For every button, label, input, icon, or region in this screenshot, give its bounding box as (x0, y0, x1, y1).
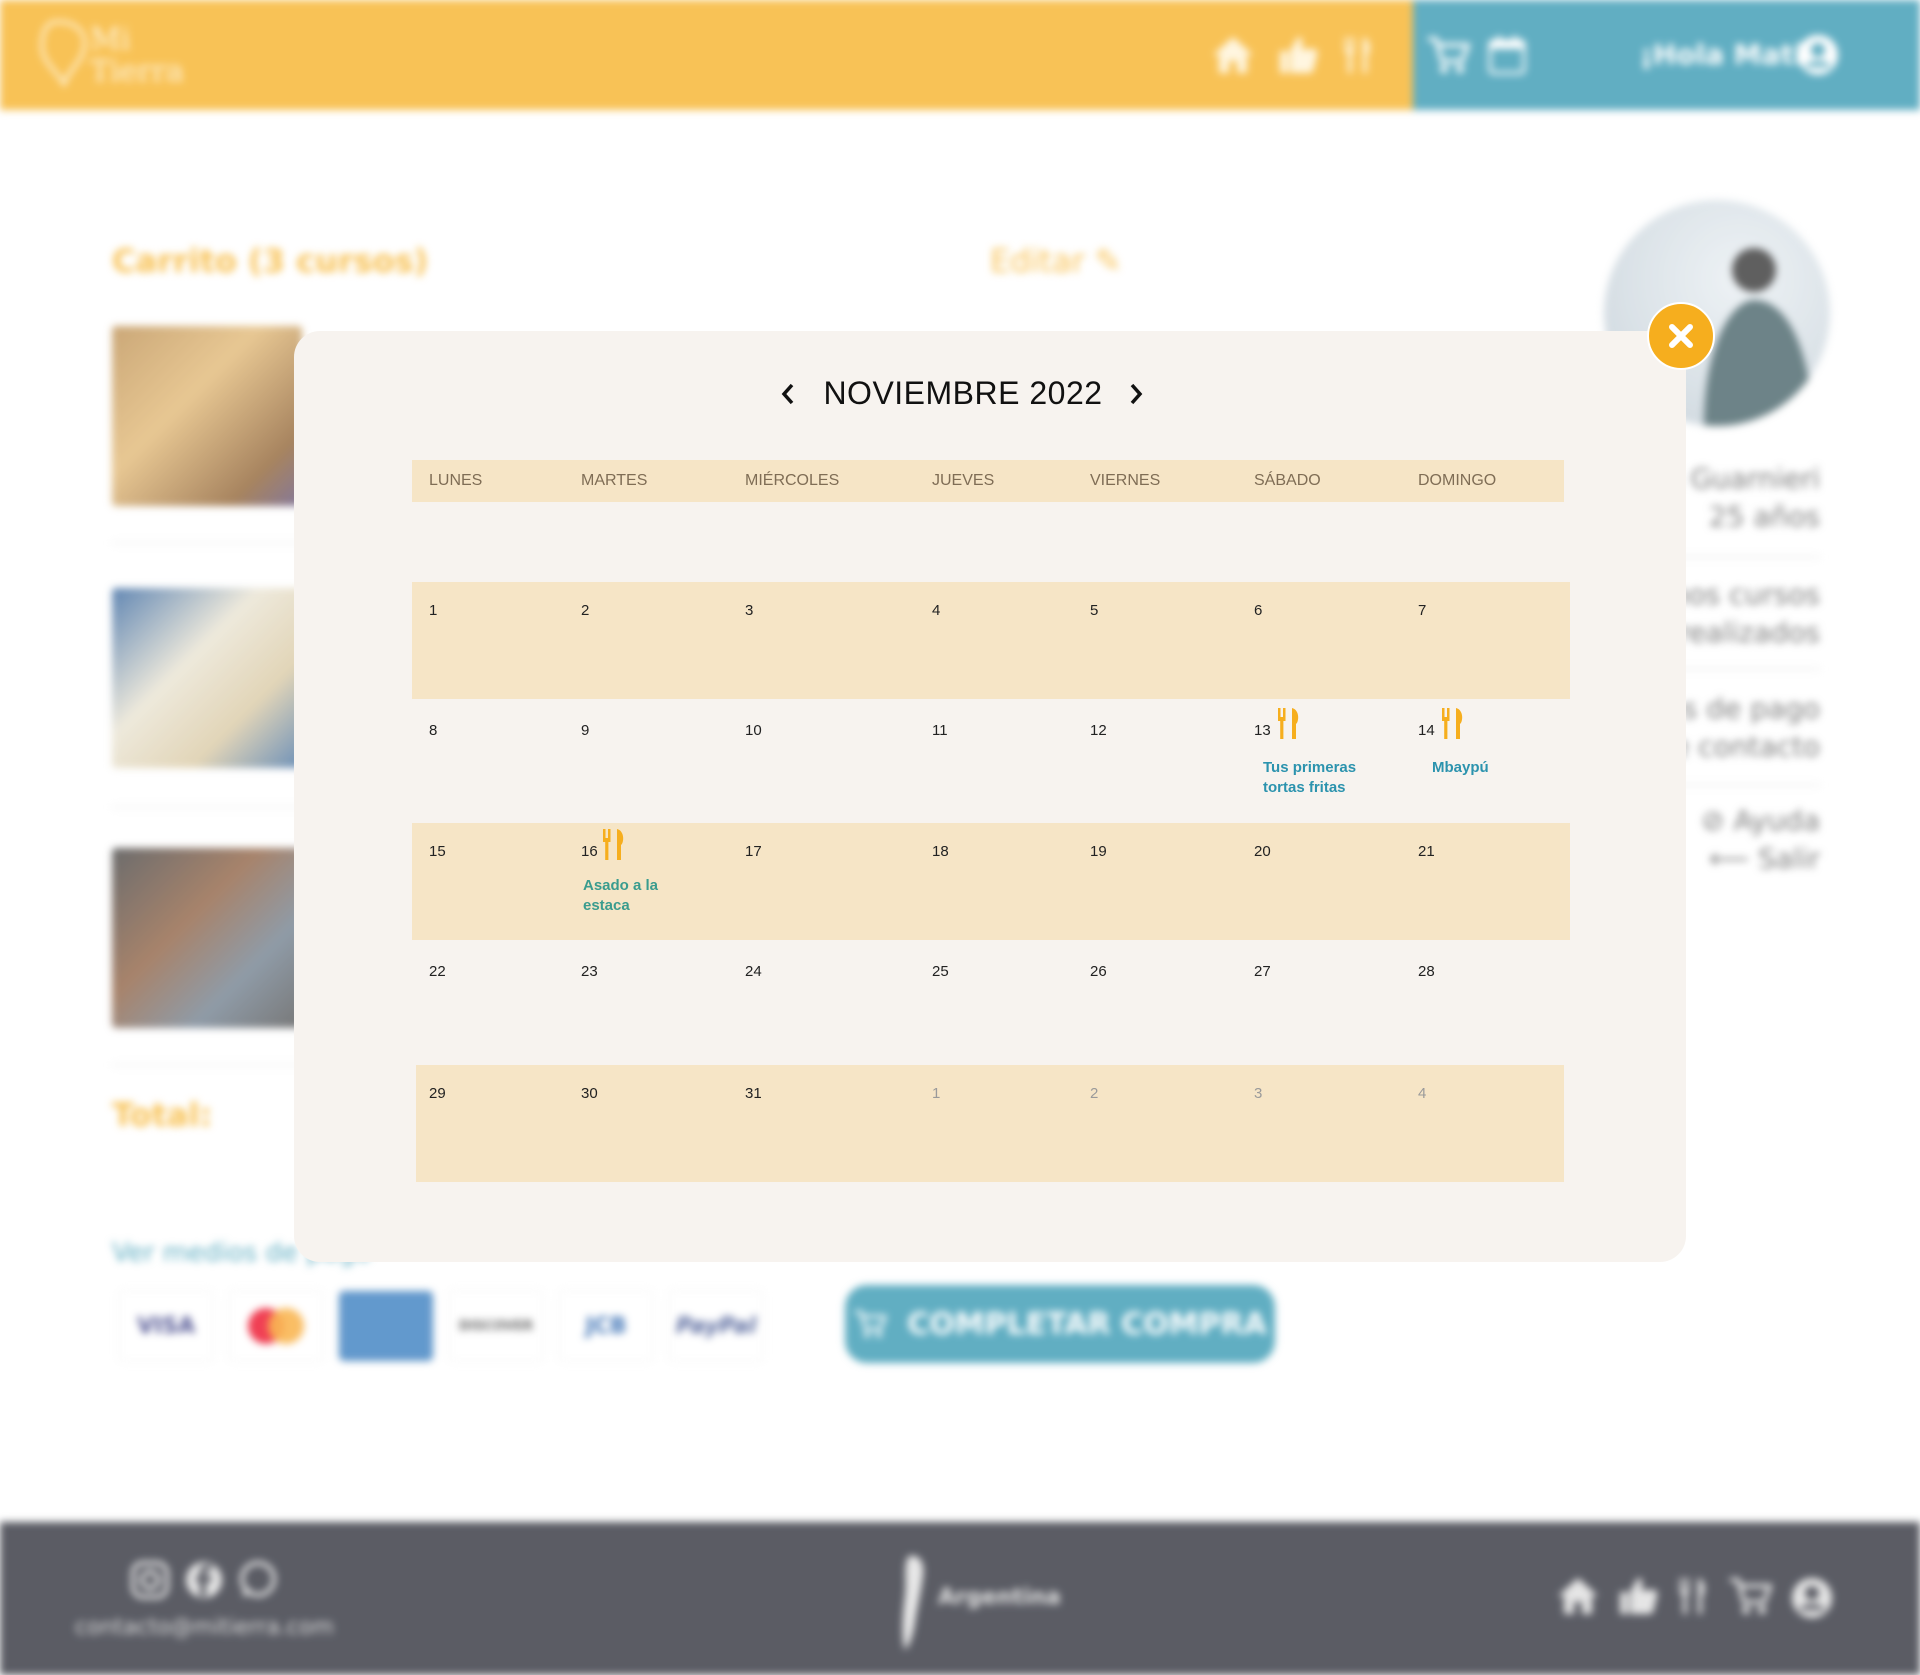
chevron-right-icon (1130, 383, 1143, 405)
calendar-day[interactable]: 4 (932, 602, 940, 619)
calendar-day-next-month[interactable]: 1 (932, 1085, 940, 1102)
calendar-day[interactable]: 3 (745, 602, 753, 619)
event-title: Asado a la estaca (583, 876, 703, 916)
calendar-day[interactable]: 27 (1254, 963, 1271, 980)
calendar-week-row: 29 30 31 1 2 3 4 (416, 1065, 1564, 1182)
month-navigation: NOVIEMBRE 2022 (294, 369, 1686, 419)
calendar-day[interactable]: 24 (745, 963, 762, 980)
utensils-icon (1278, 708, 1299, 739)
weekday-header: LUNES MARTES MIÉRCOLES JUEVES VIERNES SÁ… (412, 460, 1564, 502)
calendar-week-row: 15 16 17 18 19 20 21 Asado a la estaca (412, 823, 1570, 940)
close-modal-button[interactable] (1647, 302, 1715, 370)
calendar-day[interactable]: 9 (581, 722, 589, 739)
calendar-day[interactable]: 13 (1254, 722, 1271, 739)
calendar-day[interactable]: 14 (1418, 722, 1435, 739)
calendar-day[interactable]: 1 (429, 602, 437, 619)
weekday-label: SÁBADO (1254, 472, 1321, 489)
calendar-day[interactable]: 12 (1090, 722, 1107, 739)
calendar-week-row: 22 23 24 25 26 27 28 (412, 943, 1570, 1060)
event-title-line: Tus primeras (1263, 759, 1357, 776)
weekday-label: MARTES (581, 472, 648, 489)
weekday-label: VIERNES (1090, 472, 1161, 489)
calendar-week-row: 1 2 3 4 5 6 7 (412, 582, 1570, 699)
calendar-day[interactable]: 30 (581, 1085, 598, 1102)
utensils-icon (1442, 708, 1463, 739)
calendar-day[interactable]: 26 (1090, 963, 1107, 980)
close-icon (1669, 324, 1693, 348)
event-title: Tus primeras tortas fritas (1263, 758, 1383, 798)
calendar-day[interactable]: 7 (1418, 602, 1426, 619)
calendar-day[interactable]: 11 (932, 722, 948, 739)
event-title-line: Asado a la (583, 877, 659, 894)
calendar-day[interactable]: 18 (932, 843, 949, 860)
calendar-day[interactable]: 19 (1090, 843, 1107, 860)
calendar-day[interactable]: 22 (429, 963, 446, 980)
calendar-day-next-month[interactable]: 4 (1418, 1085, 1426, 1102)
calendar-day[interactable]: 16 (581, 843, 598, 860)
calendar-day[interactable]: 8 (429, 722, 437, 739)
calendar-day[interactable]: 23 (581, 963, 598, 980)
calendar-day[interactable]: 31 (745, 1085, 762, 1102)
weekday-label: JUEVES (932, 472, 995, 489)
weekday-label: LUNES (429, 472, 483, 489)
calendar-modal: NOVIEMBRE 2022 LUNES MARTES MIÉRCOLES JU… (294, 331, 1686, 1262)
next-month-button[interactable] (1114, 369, 1158, 419)
calendar-day[interactable]: 6 (1254, 602, 1262, 619)
event-title-line: Mbaypú (1432, 759, 1489, 776)
month-title: NOVIEMBRE 2022 (823, 375, 1103, 411)
calendar-day[interactable]: 5 (1090, 602, 1098, 619)
calendar-day[interactable]: 21 (1418, 843, 1435, 860)
weekday-label: DOMINGO (1418, 472, 1497, 489)
calendar-day[interactable]: 10 (745, 722, 762, 739)
event-title-line: estaca (583, 897, 630, 914)
calendar-day[interactable]: 15 (429, 843, 446, 860)
event-title: Mbaypú (1432, 758, 1552, 778)
calendar-day-next-month[interactable]: 3 (1254, 1085, 1262, 1102)
calendar-day[interactable]: 25 (932, 963, 949, 980)
calendar-week-row: 8 9 10 11 12 13 14 Tus primeras tortas f… (412, 702, 1570, 819)
calendar-day[interactable]: 17 (745, 843, 762, 860)
calendar-day[interactable]: 29 (429, 1085, 446, 1102)
calendar-day-next-month[interactable]: 2 (1090, 1085, 1098, 1102)
utensils-icon (603, 829, 624, 860)
event-title-line: tortas fritas (1263, 779, 1346, 796)
calendar-day[interactable]: 20 (1254, 843, 1271, 860)
calendar-day[interactable]: 28 (1418, 963, 1435, 980)
calendar-day[interactable]: 2 (581, 602, 589, 619)
weekday-label: MIÉRCOLES (745, 472, 840, 489)
